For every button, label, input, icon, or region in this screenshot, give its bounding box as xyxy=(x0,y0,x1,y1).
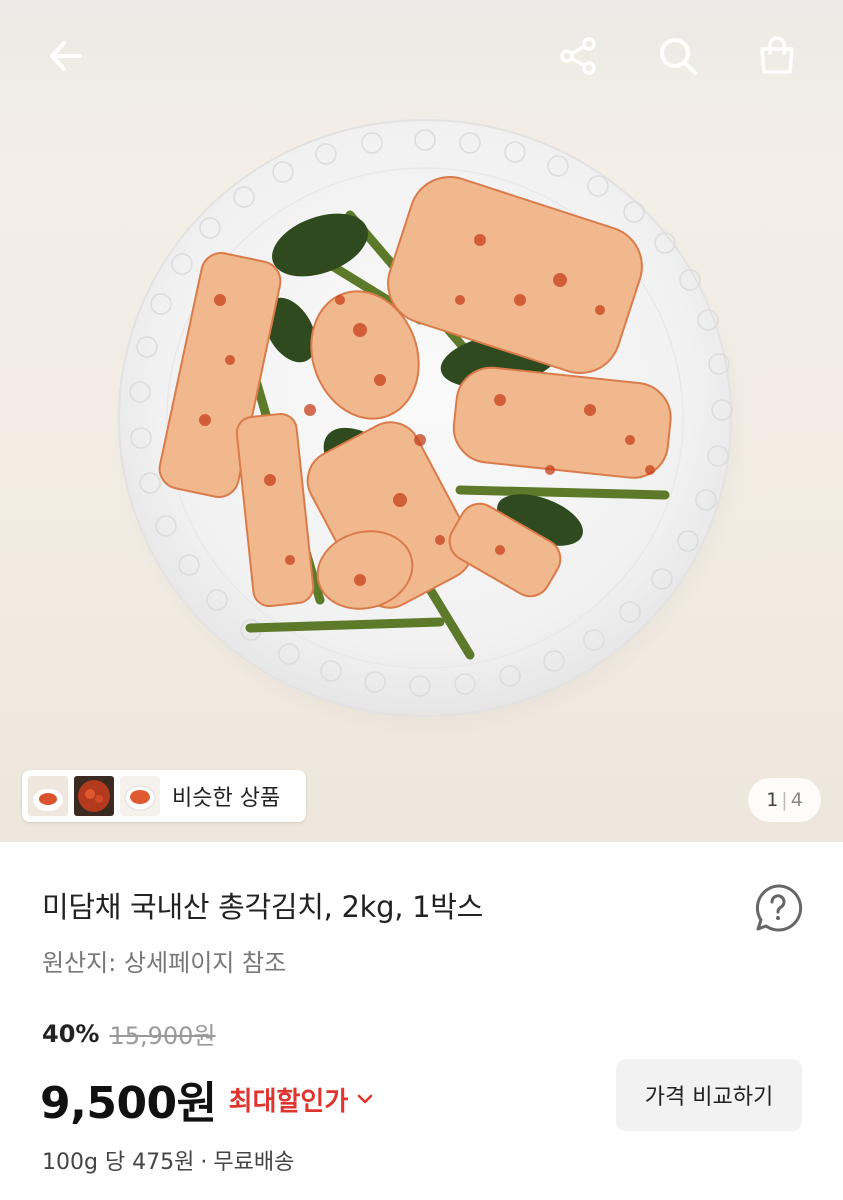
lowest-price-label: 최대할인가 xyxy=(228,1086,349,1117)
similar-thumbnail xyxy=(28,776,68,816)
search-icon xyxy=(660,38,697,75)
compare-price-button[interactable]: 가격 비교하기 xyxy=(616,1059,802,1131)
product-info: 미담채 국내산 총각김치, 2kg, 1박스 원산지: 상세페이지 참조 40%… xyxy=(0,842,843,1200)
product-image-gallery[interactable]: 비슷한 상품 1 | 4 xyxy=(0,0,843,842)
product-photo xyxy=(112,119,748,738)
similar-products-label: 비슷한 상품 xyxy=(172,786,281,811)
search-button[interactable] xyxy=(648,26,708,86)
discount-rate: 40% xyxy=(42,1019,100,1048)
price-row: 9,500원 최대할인가 xyxy=(40,1067,374,1131)
back-button[interactable] xyxy=(36,26,96,86)
similar-products-button[interactable]: 비슷한 상품 xyxy=(22,770,306,822)
page-indicator: 1 | 4 xyxy=(748,778,821,822)
total-pages: 4 xyxy=(790,789,803,811)
share-button[interactable] xyxy=(548,26,608,86)
shopping-bag-icon xyxy=(760,36,794,74)
share-icon xyxy=(560,37,596,75)
similar-thumbnail xyxy=(120,776,160,816)
cart-button[interactable] xyxy=(747,26,807,86)
sale-price: 9,500원 xyxy=(40,1078,217,1129)
separator-dot: · xyxy=(200,1150,208,1175)
current-page: 1 xyxy=(766,789,779,811)
similar-thumbnail xyxy=(74,776,114,816)
shipping-info: 무료배송 xyxy=(213,1150,295,1175)
original-price: 15,900원 xyxy=(109,1022,216,1050)
page-separator: | xyxy=(781,789,788,811)
chevron-down-icon xyxy=(358,1094,373,1104)
arrow-left-icon xyxy=(50,41,82,71)
unit-shipping-row: 100g 당 475원 · 무료배송 xyxy=(42,1144,294,1176)
question-bubble-icon xyxy=(755,884,803,932)
discount-row: 40% 15,900원 xyxy=(42,1016,216,1051)
unit-price: 100g 당 475원 xyxy=(42,1150,195,1175)
product-origin: 원산지: 상세페이지 참조 xyxy=(42,949,287,977)
help-button[interactable] xyxy=(750,880,806,936)
lowest-price-dropdown[interactable]: 최대할인가 xyxy=(229,1081,375,1118)
product-title: 미담채 국내산 총각김치, 2kg, 1박스 xyxy=(42,890,483,924)
